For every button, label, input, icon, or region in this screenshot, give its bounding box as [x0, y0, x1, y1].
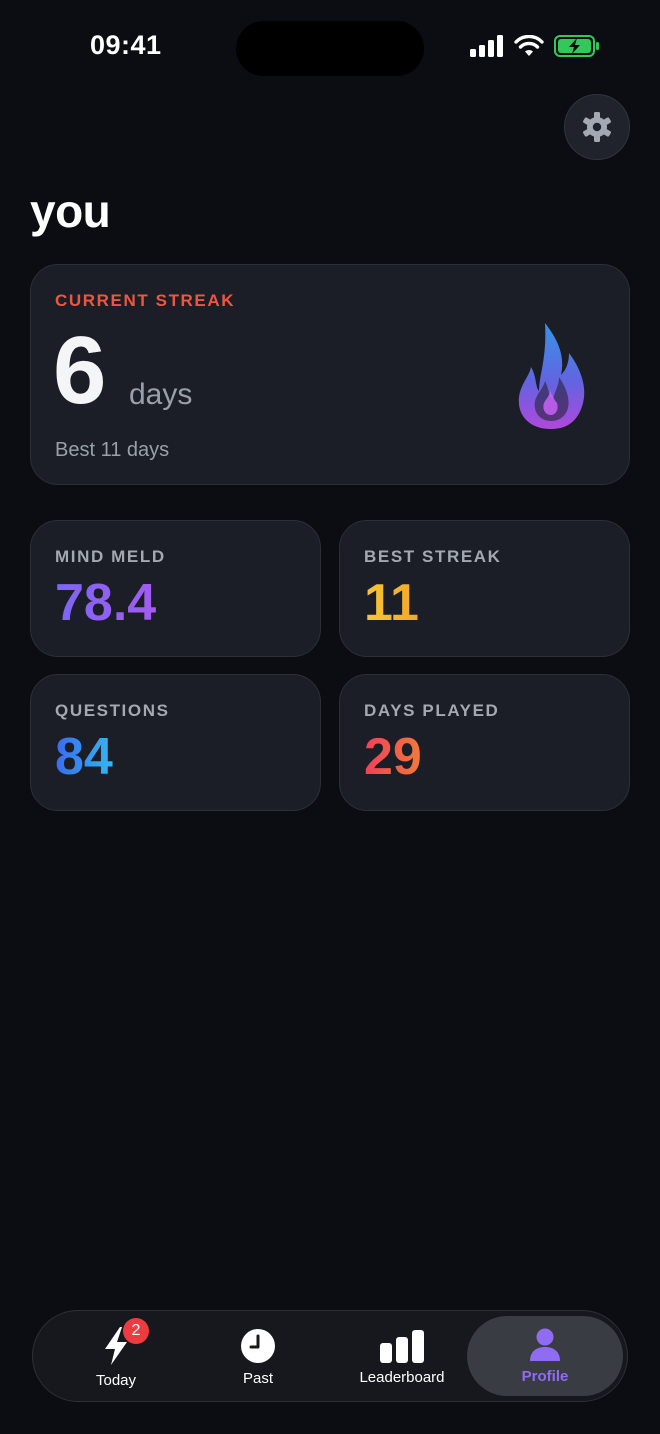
streak-value: 6 [53, 317, 107, 424]
tab-label: Profile [521, 1367, 569, 1385]
mind-meld-card: MIND MELD 78.4 [30, 520, 321, 657]
stat-value: 11 [364, 574, 419, 632]
bar-chart-icon [380, 1329, 424, 1363]
stat-value: 78.4 [55, 574, 157, 632]
tab-profile[interactable]: Profile [467, 1316, 623, 1396]
current-streak-card: CURRENT STREAK 6 days Best 11 days [30, 264, 630, 485]
battery-charging-icon [554, 35, 599, 57]
status-time: 09:41 [90, 30, 162, 60]
best-streak-card: BEST STREAK 11 [339, 520, 630, 657]
tab-label: Leaderboard [359, 1368, 445, 1386]
questions-card: QUESTIONS 84 [30, 674, 321, 811]
days-played-card: DAYS PLAYED 29 [339, 674, 630, 811]
flame-icon [518, 323, 585, 429]
tab-bar: 2 Today Past Leaderboard Profile [32, 1310, 628, 1402]
gear-icon [583, 112, 611, 142]
status-icons [470, 35, 600, 57]
tab-label: Today [95, 1371, 137, 1389]
person-icon [530, 1328, 560, 1361]
profile-screen: 09:41 you CURRENT STREAK 6 days Best 11 … [0, 0, 660, 1434]
stat-value: 29 [364, 728, 422, 786]
tab-leaderboard[interactable]: Leaderboard [331, 1311, 473, 1403]
notification-badge: 2 [123, 1318, 149, 1344]
clock-icon [241, 1328, 275, 1363]
tab-label: Past [242, 1369, 273, 1387]
streak-label: CURRENT STREAK [55, 291, 236, 310]
tab-past[interactable]: Past [187, 1311, 329, 1403]
wifi-icon [514, 35, 544, 56]
streak-best: Best 11 days [55, 439, 170, 461]
stat-value: 84 [55, 728, 113, 786]
stat-label: DAYS PLAYED [364, 701, 500, 720]
stat-label: MIND MELD [55, 547, 166, 566]
tab-today[interactable]: 2 Today [45, 1311, 187, 1403]
cellular-signal-icon [470, 35, 503, 57]
dynamic-island [236, 21, 424, 76]
stat-label: QUESTIONS [55, 701, 170, 720]
page-title: you [30, 185, 111, 237]
streak-unit: days [129, 378, 193, 411]
settings-button[interactable] [564, 94, 630, 160]
stat-label: BEST STREAK [364, 547, 502, 566]
